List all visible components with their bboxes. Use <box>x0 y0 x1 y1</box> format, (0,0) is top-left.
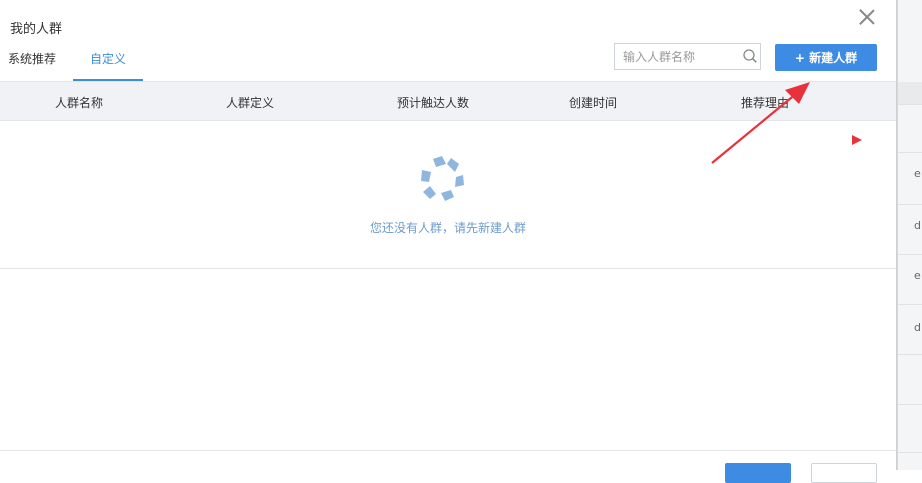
tab-system-recommend[interactable]: 系统推荐 <box>8 50 56 67</box>
column-header-name: 人群名称 <box>55 96 104 110</box>
footer-divider <box>0 450 896 451</box>
search-box[interactable] <box>614 43 761 70</box>
column-header-estimated-reach: 预计触达人数 <box>397 96 470 110</box>
close-icon[interactable] <box>857 7 877 27</box>
background-row-divider <box>898 404 922 405</box>
confirm-button[interactable] <box>725 463 791 483</box>
background-row-divider <box>898 152 922 153</box>
background-cell-text: d <box>914 219 921 232</box>
column-header-created-time: 创建时间 <box>569 96 618 110</box>
background-row-divider <box>898 452 922 453</box>
empty-state-message: 您还没有人群，请先新建人群 <box>369 221 526 235</box>
content-divider <box>0 268 896 269</box>
background-header-band <box>898 82 922 104</box>
modal-title: 我的人群 <box>10 22 63 37</box>
search-input[interactable] <box>623 49 733 65</box>
background-page: e d e d <box>897 0 922 470</box>
background-cell-text: e <box>914 269 921 282</box>
table-header: 人群名称 人群定义 预计触达人数 创建时间 推荐理由 <box>0 81 896 121</box>
tab-custom[interactable]: 自定义 <box>90 50 126 67</box>
search-icon[interactable] <box>743 49 757 63</box>
background-row-divider <box>898 104 922 105</box>
background-cell-text: d <box>914 321 921 334</box>
background-row-divider <box>898 254 922 255</box>
cancel-button[interactable] <box>811 463 877 483</box>
background-row-divider <box>898 354 922 355</box>
column-header-definition: 人群定义 <box>226 96 275 110</box>
column-header-recommend-reason: 推荐理由 <box>741 96 790 110</box>
background-row-divider <box>898 204 922 205</box>
empty-star-icon <box>421 156 464 201</box>
background-row-divider <box>898 304 922 305</box>
new-audience-button[interactable]: + 新建人群 <box>775 44 877 71</box>
background-cell-text: e <box>914 167 921 180</box>
my-audience-modal: 我的人群 系统推荐 自定义 + 新建人群 人群名称 人群定义 预计触达人数 创建… <box>0 0 897 483</box>
